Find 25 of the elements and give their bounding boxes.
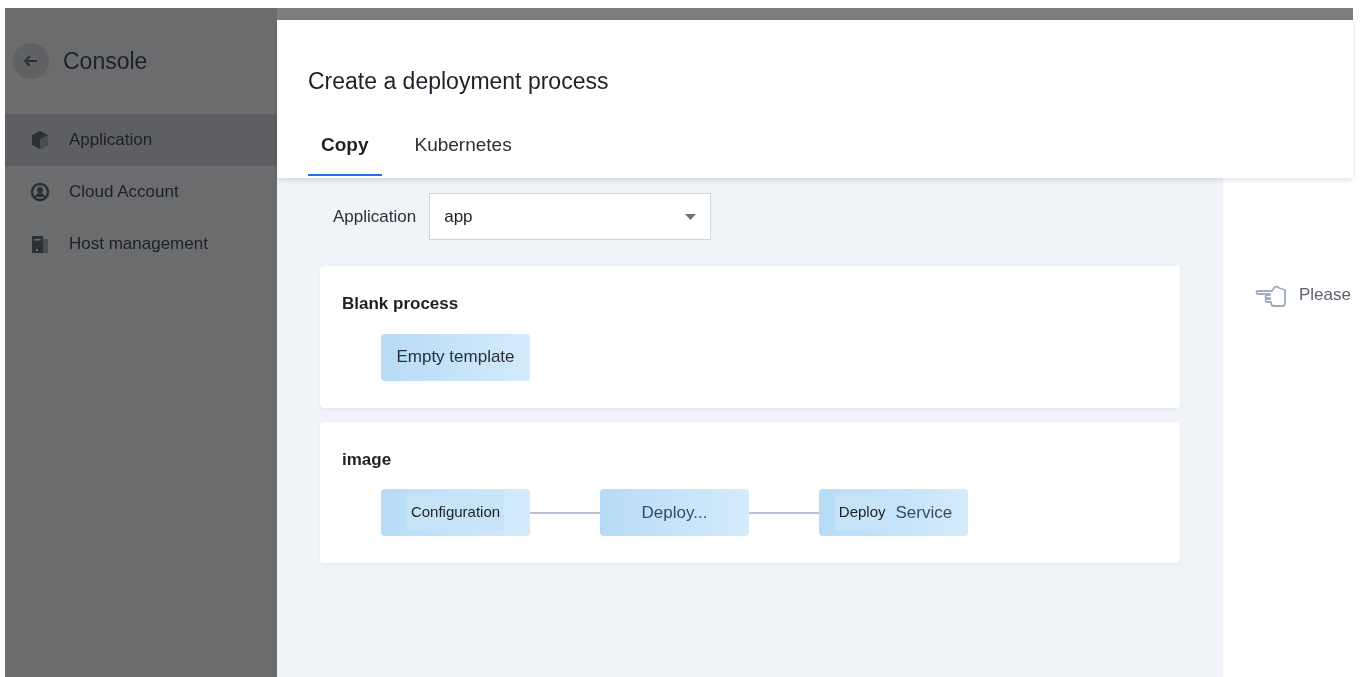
field-label: Application [333, 205, 417, 228]
tab[interactable]: Kubernetes [401, 130, 525, 176]
node-label: Service [895, 501, 953, 524]
server-icon [30, 234, 50, 254]
card-title: Blank process [342, 293, 460, 315]
sidebar-title: Console [63, 46, 148, 76]
connector-line [749, 511, 819, 514]
node-label: Deploy... [641, 501, 708, 524]
application-select[interactable]: app [429, 193, 712, 240]
arrow-left-icon [24, 55, 38, 67]
cube-icon [30, 130, 50, 150]
node-label: Empty template [396, 346, 515, 369]
process-node[interactable]: Configuration [381, 489, 530, 536]
process-node[interactable]: Empty template [381, 333, 530, 381]
hint-text: Please [1299, 284, 1351, 306]
dialog-title: Create a deployment process [308, 67, 610, 96]
process-node[interactable]: Deploy Service [819, 489, 968, 536]
connector-line [530, 511, 600, 514]
back-button[interactable] [13, 43, 49, 79]
card-title: image [342, 448, 393, 471]
user-circle-icon [30, 182, 50, 202]
node-label: Configuration [406, 495, 505, 530]
caret-icon [685, 213, 697, 220]
tab[interactable]: Copy [308, 130, 382, 176]
process-node[interactable]: Deploy... [600, 489, 749, 536]
